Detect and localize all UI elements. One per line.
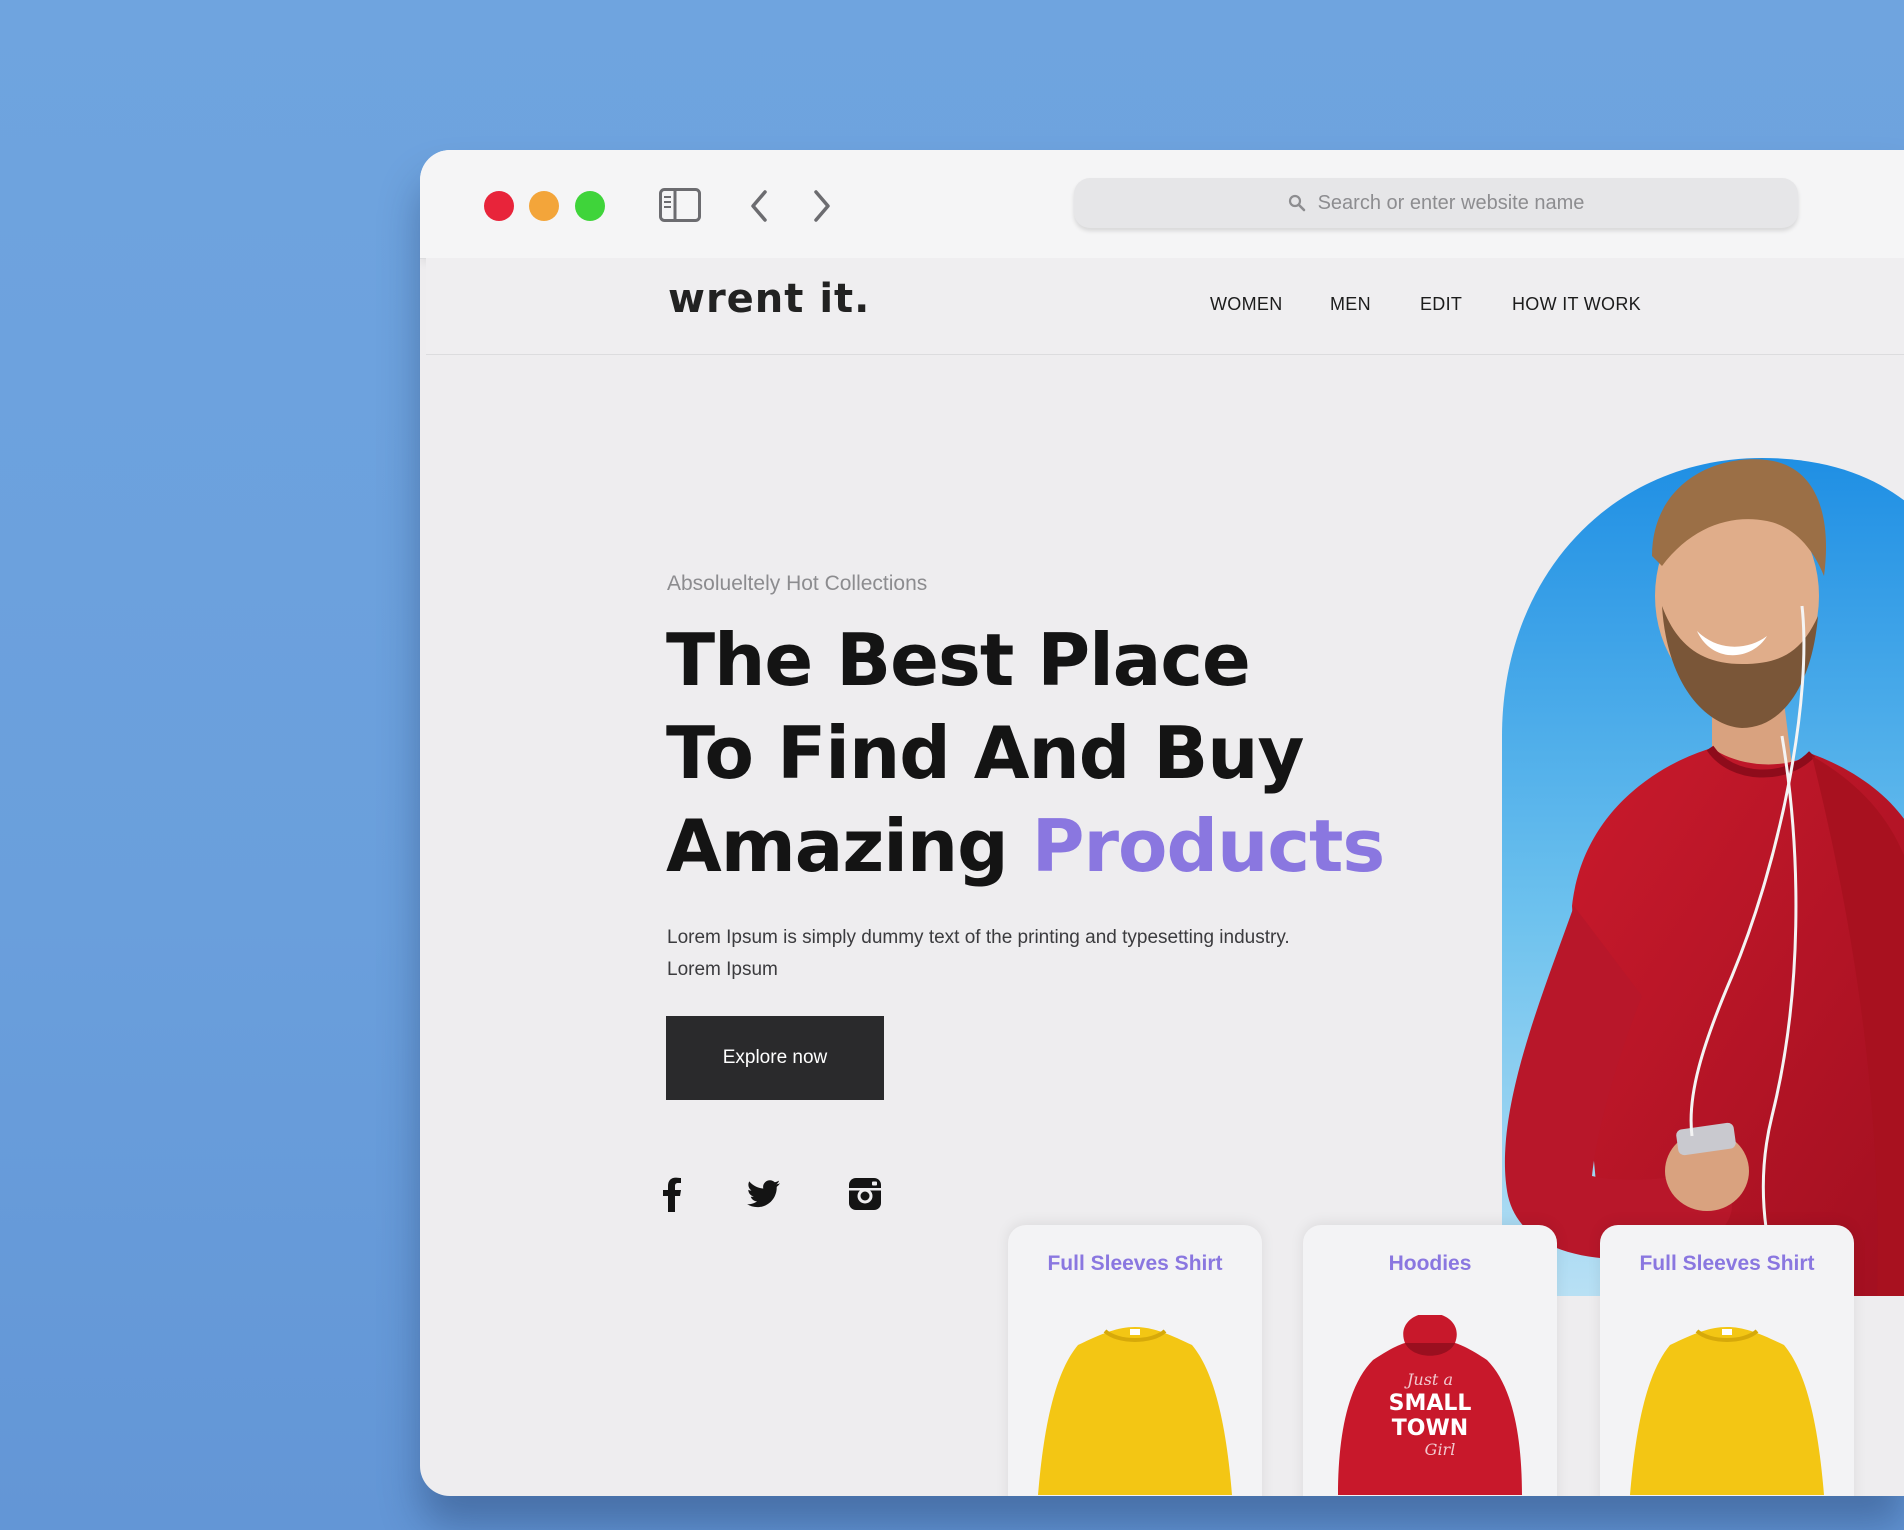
close-window-button[interactable] bbox=[484, 191, 514, 221]
hero-title-accent: Products bbox=[1031, 804, 1385, 888]
minimize-window-button[interactable] bbox=[529, 191, 559, 221]
hero-model-image bbox=[1482, 436, 1904, 1296]
twitter-icon[interactable] bbox=[744, 1174, 784, 1214]
hero-title-line-2: To Find And Buy bbox=[666, 711, 1304, 795]
hoodie-print: TOWN bbox=[1392, 1416, 1468, 1441]
nav-item-how-it-work[interactable]: HOW IT WORK bbox=[1512, 294, 1641, 315]
facebook-icon[interactable] bbox=[652, 1174, 692, 1214]
explore-now-button[interactable]: Explore now bbox=[666, 1016, 884, 1100]
address-bar[interactable]: Search or enter website name bbox=[1074, 178, 1798, 228]
product-card[interactable]: Full Sleeves Shirt bbox=[1600, 1225, 1854, 1496]
nav-item-women[interactable]: WOMEN bbox=[1210, 294, 1283, 315]
browser-window: Search or enter website name wrent it. W… bbox=[420, 150, 1904, 1496]
hero-kicker: Absolueltely Hot Collections bbox=[667, 572, 928, 595]
sidebar-toggle-icon[interactable] bbox=[659, 188, 701, 222]
site-header: wrent it. WOMEN MEN EDIT HOW IT WORK bbox=[426, 258, 1904, 355]
address-placeholder: Search or enter website name bbox=[1317, 191, 1585, 214]
hero-title: The Best Place To Find And Buy Amazing P… bbox=[666, 614, 1426, 893]
product-card[interactable]: Hoodies Just a SMALL TOWN Girl bbox=[1303, 1225, 1557, 1496]
site-logo[interactable]: wrent it. bbox=[668, 276, 870, 322]
product-card-title: Hoodies bbox=[1388, 1252, 1472, 1275]
browser-toolbar: Search or enter website name bbox=[420, 150, 1904, 259]
nav-item-edit[interactable]: EDIT bbox=[1420, 294, 1462, 315]
product-card[interactable]: Full Sleeves Shirt bbox=[1008, 1225, 1262, 1496]
red-hoodie-image: Just a SMALL TOWN Girl bbox=[1338, 1315, 1522, 1495]
yellow-shirt-image bbox=[1630, 1327, 1824, 1495]
product-card-title: Full Sleeves Shirt bbox=[1047, 1252, 1223, 1275]
hero-title-line-3: Amazing Products bbox=[666, 800, 1426, 893]
hero-title-line-1: The Best Place bbox=[666, 618, 1251, 702]
maximize-window-button[interactable] bbox=[575, 191, 605, 221]
forward-arrow-icon[interactable] bbox=[806, 188, 836, 224]
hero-description: Lorem Ipsum is simply dummy text of the … bbox=[667, 927, 1290, 980]
hero-title-word: Amazing bbox=[666, 804, 1032, 888]
yellow-shirt-image bbox=[1038, 1327, 1232, 1495]
hoodie-print: Just a bbox=[1404, 1370, 1453, 1389]
search-icon bbox=[1288, 194, 1305, 212]
instagram-icon[interactable] bbox=[845, 1174, 885, 1214]
hoodie-print: SMALL bbox=[1389, 1391, 1472, 1416]
back-arrow-icon[interactable] bbox=[745, 188, 775, 224]
hoodie-print: Girl bbox=[1425, 1440, 1456, 1459]
nav-item-men[interactable]: MEN bbox=[1330, 294, 1371, 315]
product-card-title: Full Sleeves Shirt bbox=[1639, 1252, 1815, 1275]
